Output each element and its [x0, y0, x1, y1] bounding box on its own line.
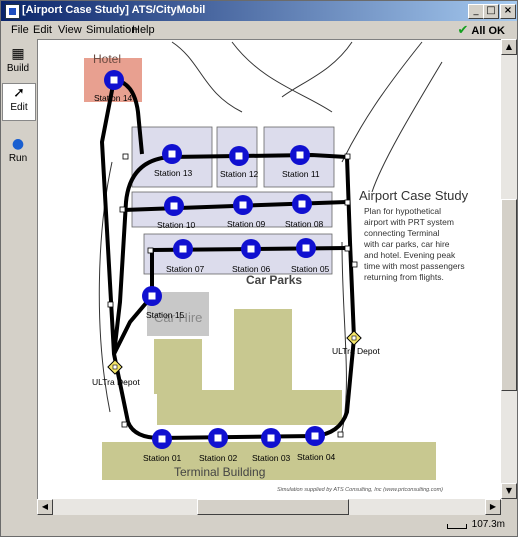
vertical-scrollbar[interactable]: ▲ ▼ [501, 39, 517, 499]
menu-view[interactable]: View [58, 24, 82, 36]
airport-map: Hotel Car Hire Terminal Building Car Par… [84, 41, 469, 493]
scroll-down-button[interactable]: ▼ [501, 483, 517, 499]
horizontal-scroll-thumb[interactable] [197, 499, 349, 515]
ultra-depot-right[interactable]: ULTra Depot [332, 330, 380, 356]
run-tool-button[interactable]: ● Run [2, 135, 34, 171]
run-tool-label: Run [8, 153, 28, 164]
window-title: [Airport Case Study] ATS/CityMobil [22, 4, 206, 16]
edit-tool-button[interactable]: ➚ Edit [2, 83, 36, 121]
app-window: [Airport Case Study] ATS/CityMobil _ □ ×… [0, 0, 518, 537]
status-bar: 107.3m [1, 515, 517, 536]
case-line-3: connecting Terminal [364, 228, 440, 238]
build-tool-button[interactable]: ▦ Build [2, 45, 34, 81]
tool-palette: ▦ Build ➚ Edit ● Run [1, 39, 36, 536]
map-canvas[interactable]: Hotel Car Hire Terminal Building Car Par… [37, 39, 502, 500]
station-13-label: Station 13 [154, 168, 193, 178]
horizontal-scrollbar[interactable]: ◀ ▶ [37, 499, 501, 515]
station-04-label: Station 04 [297, 452, 336, 462]
station-14-label: Station 14 [94, 93, 133, 103]
station-02-label: Station 02 [199, 453, 238, 463]
case-line-6: time with most passengers [364, 261, 465, 271]
check-icon: ✔ [457, 23, 469, 38]
station-07-label: Station 07 [166, 264, 205, 274]
scroll-right-button[interactable]: ▶ [485, 499, 501, 515]
station-06-label: Station 06 [232, 264, 271, 274]
station-05-label: Station 05 [291, 264, 330, 274]
build-tool-label: Build [6, 63, 30, 74]
app-icon [5, 4, 20, 19]
edit-tool-label: Edit [10, 102, 28, 113]
station-11-label: Station 11 [282, 169, 320, 179]
maximize-button[interactable]: □ [483, 4, 499, 19]
hotel-label: Hotel [93, 52, 121, 66]
title-bar: [Airport Case Study] ATS/CityMobil _ □ × [1, 1, 517, 21]
case-study-description: Plan for hypothetical airport with PRT s… [363, 206, 465, 282]
station-10-label: Station 10 [157, 220, 196, 230]
station-08-label: Station 08 [285, 219, 324, 229]
case-line-4: with car parks, car hire [363, 239, 450, 249]
case-line-1: Plan for hypothetical [364, 206, 441, 216]
scale-bar [447, 524, 467, 529]
case-line-5: and hotel. Evening peak [364, 250, 456, 260]
station-15-label: Station 15 [146, 310, 185, 320]
scale-label: 107.3m [471, 519, 505, 530]
terminal-label: Terminal Building [174, 465, 265, 479]
station-03-label: Station 03 [252, 453, 291, 463]
case-study-title: Airport Case Study [359, 188, 469, 203]
ultra-depot-left-label: ULTra Depot [92, 377, 140, 387]
vertical-scroll-thumb[interactable] [501, 199, 517, 391]
menu-help[interactable]: Help [132, 24, 155, 36]
credit-text: Simulation supplied by ATS Consulting, I… [277, 487, 443, 493]
pointer-icon: ➚ [13, 85, 25, 101]
status-label: All OK [471, 25, 505, 37]
menu-edit[interactable]: Edit [33, 24, 52, 36]
scroll-left-button[interactable]: ◀ [37, 499, 53, 515]
menu-file[interactable]: File [11, 24, 29, 36]
case-line-7: returning from flights. [364, 272, 444, 282]
ultra-depot-right-label: ULTra Depot [332, 346, 380, 356]
menu-bar: File Edit View Simulation Help ✔ All OK [1, 21, 517, 39]
scroll-up-button[interactable]: ▲ [501, 39, 517, 55]
ultra-depot-left[interactable]: ULTra Depot [92, 359, 140, 387]
car-parks-label: Car Parks [246, 273, 302, 287]
build-icon: ▦ [11, 46, 25, 62]
menu-simulation[interactable]: Simulation [86, 24, 137, 36]
station-09-label: Station 09 [227, 219, 266, 229]
close-button[interactable]: × [500, 4, 516, 19]
station-12-label: Station 12 [220, 169, 259, 179]
case-line-2: airport with PRT system [364, 217, 454, 227]
status-indicator: ✔ All OK [457, 23, 505, 38]
minimize-button[interactable]: _ [468, 4, 484, 19]
play-icon: ● [11, 136, 25, 152]
station-01-label: Station 01 [143, 453, 182, 463]
